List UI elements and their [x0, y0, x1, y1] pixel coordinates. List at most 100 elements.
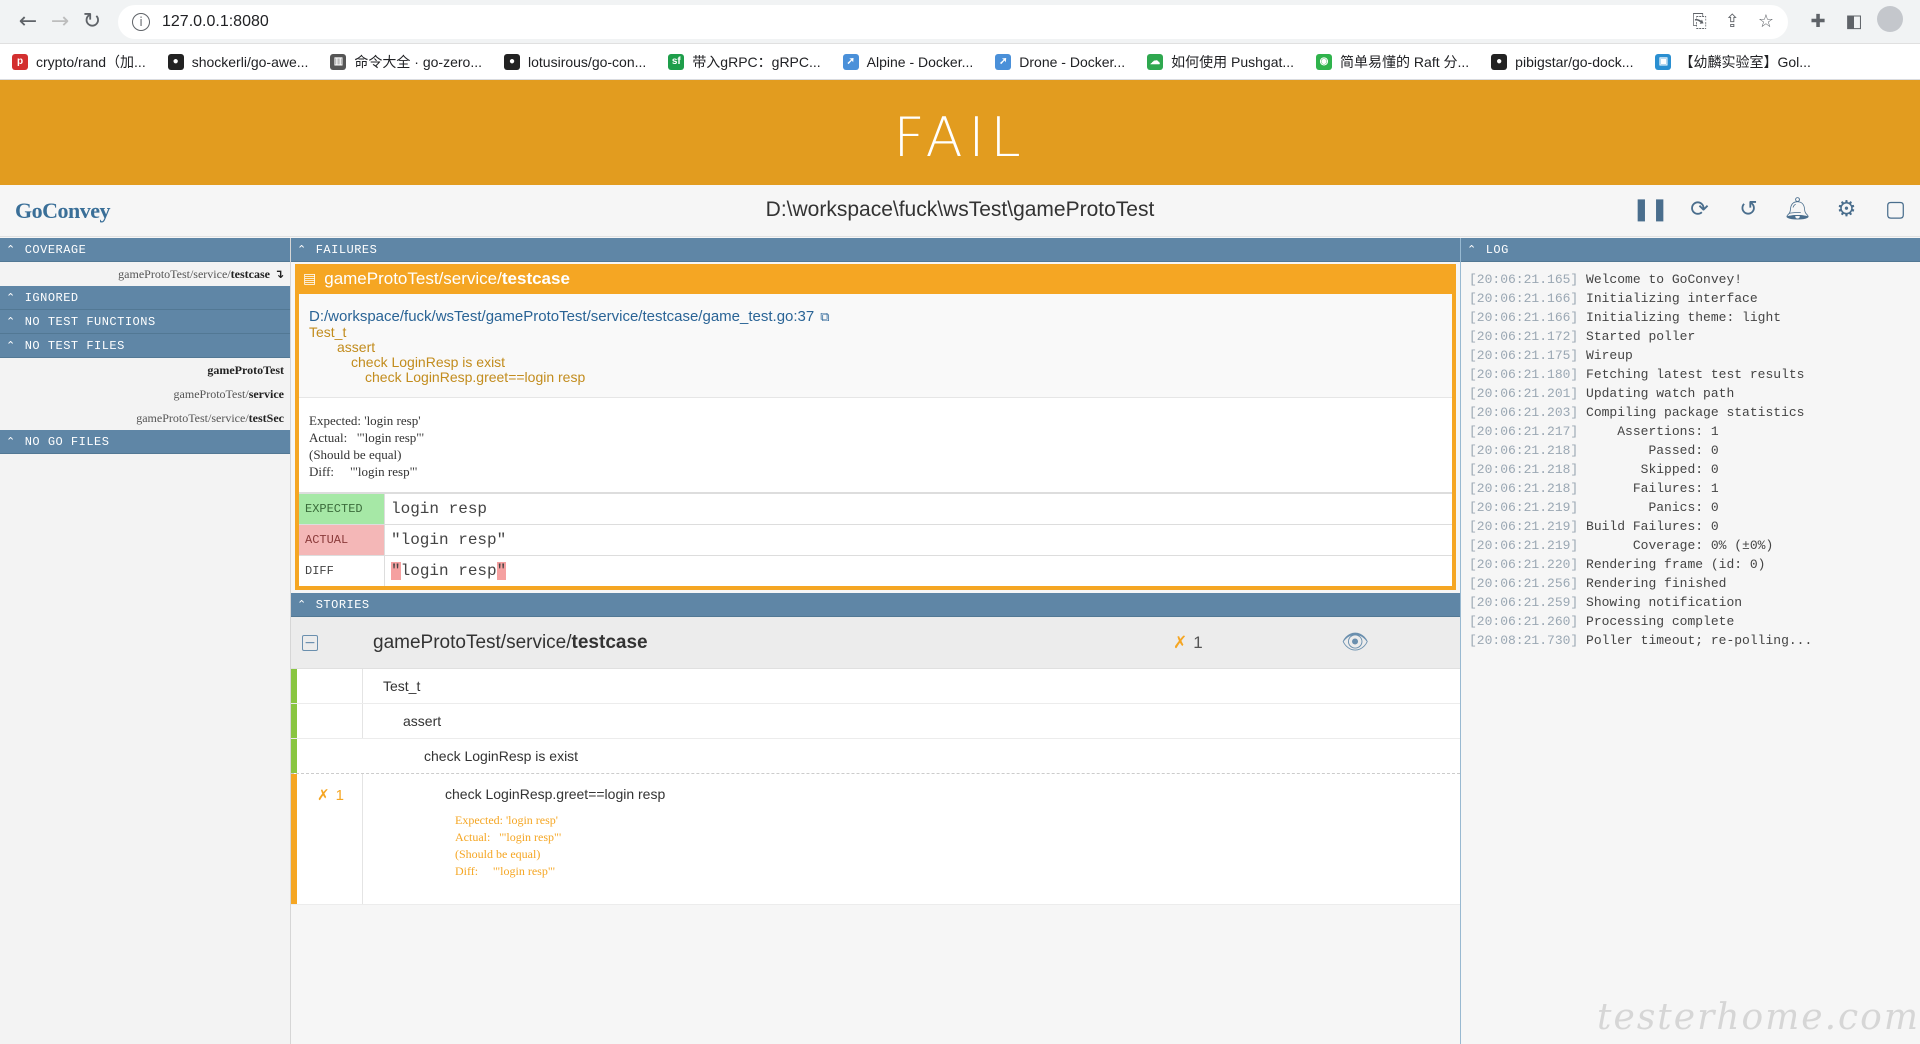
log-message: Assertions: 1 [1586, 424, 1719, 439]
reload-icon[interactable]: ↻ [76, 6, 108, 38]
collapse-caret-icon[interactable]: ⌃ [6, 291, 16, 304]
coverage-item[interactable]: gameProtoTest/service/testcase ↴ [0, 262, 290, 286]
no-go-files-header[interactable]: ⌃ NO GO FILES [0, 430, 290, 454]
pause-icon[interactable]: ❚❚ [1626, 197, 1675, 222]
log-timestamp: [20:06:21.172] [1469, 329, 1579, 344]
forward-icon[interactable]: → [44, 6, 76, 38]
goconvey-logo[interactable]: GoConvey [15, 198, 111, 224]
bookmark-item[interactable]: ▣ 【幼麟实验室】Gol... [1655, 52, 1811, 72]
bookmark-item[interactable]: ☁ 如何使用 Pushgat... [1147, 52, 1294, 72]
collapse-caret-icon[interactable]: ⌃ [6, 339, 16, 352]
failure-package-title: ▤ gameProtoTest/service/testcase [303, 269, 570, 288]
eye-icon[interactable]: 👁︎ [1341, 630, 1369, 655]
bookmark-item[interactable]: ➚ Alpine - Docker... [842, 53, 974, 70]
no-test-file-item: gameProtoTest/service/testSec [136, 410, 284, 425]
log-message: Welcome to GoConvey! [1586, 272, 1743, 287]
bookmark-label: Drone - Docker... [1019, 53, 1126, 70]
github-icon: ● [167, 53, 184, 70]
no-test-file-item: gameProtoTest [207, 362, 284, 377]
no-test-files-header[interactable]: ⌃ NO TEST FILES [0, 334, 290, 358]
log-timestamp: [20:06:21.218] [1469, 481, 1579, 496]
panel-icon[interactable]: ▢ [1871, 197, 1920, 222]
log-message: Processing complete [1586, 614, 1735, 629]
log-timestamp: [20:06:21.165] [1469, 272, 1579, 287]
rocket-icon: ➚ [842, 53, 859, 70]
wechat-icon: ◉ [1316, 53, 1333, 70]
refresh-icon[interactable]: ⟳ [1675, 197, 1724, 222]
log-message: Passed: 0 [1586, 443, 1719, 458]
log-message: Fetching latest test results [1586, 367, 1805, 382]
share-icon[interactable]: ⇪ [1725, 11, 1740, 32]
tv-icon: ▣ [1655, 53, 1672, 70]
failure-message: Expected: 'login resp' Actual: '"login r… [299, 398, 1452, 493]
log-message: Coverage: 0% (±0%) [1586, 538, 1774, 553]
failures-header[interactable]: ⌃ FAILURES [291, 238, 1460, 262]
log-line: [20:06:21.260] Processing complete [1469, 612, 1912, 631]
log-panel: ⌃ LOG [20:06:21.165] Welcome to GoConvey!… [1461, 238, 1920, 1044]
collapse-caret-icon[interactable]: ⌃ [6, 315, 16, 328]
php-icon: p [12, 53, 28, 70]
bookmark-item[interactable]: ● pibigstar/go-dock... [1491, 53, 1634, 70]
site-info-icon[interactable]: i [132, 12, 150, 31]
collapse-caret-icon[interactable]: ⌃ [297, 243, 307, 256]
log-message: Poller timeout; re-polling... [1586, 633, 1813, 648]
log-timestamp: [20:06:21.219] [1469, 519, 1579, 534]
collapse-caret-icon[interactable]: ⌃ [297, 598, 307, 611]
story-fail-count: ✗ 1 [1173, 632, 1203, 653]
bookmark-item[interactable]: ▥ 命令大全 · go-zero... [330, 52, 482, 72]
download-arrow-icon[interactable]: ↴ [274, 267, 284, 281]
side-panel-icon[interactable]: ◧ [1836, 11, 1872, 32]
log-header[interactable]: ⌃ LOG [1461, 238, 1920, 262]
collapse-toggle-icon[interactable]: − [302, 635, 318, 651]
expected-row: EXPECTED login resp [299, 493, 1452, 524]
log-timestamp: [20:06:21.220] [1469, 557, 1579, 572]
bookmark-item[interactable]: ● lotusirous/go-con... [504, 53, 646, 70]
log-line: [20:06:21.172] Started poller [1469, 327, 1912, 346]
extensions-icon[interactable]: ✚ [1800, 11, 1836, 32]
log-timestamp: [20:06:21.218] [1469, 462, 1579, 477]
collapse-caret-icon[interactable]: ⌃ [1467, 243, 1477, 256]
failure-file-link[interactable]: D:/workspace/fuck/wsTest/gameProtoTest/s… [309, 308, 1442, 325]
bookmarks-bar: p crypto/rand（加... ● shockerli/go-awe... ▥ 命令… [0, 44, 1920, 80]
collapse-caret-icon[interactable]: ⌃ [6, 243, 16, 256]
bookmark-label: 【幼麟实验室】Gol... [1679, 53, 1811, 70]
story-package-row[interactable]: − gameProtoTest/service/testcase ✗ 1 👁︎ [291, 617, 1460, 669]
history-icon[interactable]: ↺ [1724, 197, 1773, 222]
story-error-message: Expected: 'login resp' Actual: '"login r… [455, 813, 562, 878]
status-text: FAIL [893, 106, 1027, 169]
bell-icon[interactable]: 🔔︎ [1773, 197, 1822, 222]
log-timestamp: [20:06:21.166] [1469, 310, 1579, 325]
log-timestamp: [20:06:21.259] [1469, 595, 1579, 610]
bookmark-label: 带入gRPC：gRPC... [692, 53, 821, 70]
stories-header[interactable]: ⌃ STORIES [291, 593, 1460, 617]
bookmark-item[interactable]: sf 带入gRPC：gRPC... [668, 52, 821, 72]
bookmark-item[interactable]: p crypto/rand（加... [12, 52, 146, 72]
fail-x-icon: ✗ [1173, 632, 1188, 653]
bookmark-label: pibigstar/go-dock... [1515, 53, 1634, 70]
log-message: Skipped: 0 [1586, 462, 1719, 477]
actual-row: ACTUAL "login resp" [299, 524, 1452, 555]
collapse-caret-icon[interactable]: ⌃ [6, 435, 16, 448]
address-bar[interactable]: i 127.0.0.1:8080 ⎘ ⇪ ☆ [118, 4, 1788, 39]
log-line: [20:06:21.217] Assertions: 1 [1469, 422, 1912, 441]
bookmark-label: Alpine - Docker... [866, 53, 974, 70]
ignored-header[interactable]: ⌃ IGNORED [0, 286, 290, 310]
coverage-header[interactable]: ⌃ COVERAGE [0, 238, 290, 262]
story-row-failed: ✗ 1 check LoginResp.greet==login resp Exp… [291, 774, 1460, 905]
gear-icon[interactable]: ⚙ [1822, 197, 1871, 222]
back-icon[interactable]: ← [12, 6, 44, 38]
bookmark-star-icon[interactable]: ☆ [1758, 11, 1774, 32]
book-icon: ▥ [330, 53, 347, 70]
fail-x-icon: ✗ [317, 786, 330, 804]
external-link-icon[interactable]: ⧉ [820, 310, 829, 325]
url-text[interactable]: 127.0.0.1:8080 [162, 13, 269, 31]
failure-card: ▤ gameProtoTest/service/testcase D:/work… [295, 264, 1456, 590]
bookmark-item[interactable]: ◉ 简单易懂的 Raft 分... [1316, 52, 1469, 72]
bookmark-item[interactable]: ● shockerli/go-awe... [167, 53, 308, 70]
profile-avatar[interactable] [1872, 6, 1908, 37]
bookmark-item[interactable]: ➚ Drone - Docker... [995, 53, 1126, 70]
no-test-functions-header[interactable]: ⌃ NO TEST FUNCTIONS [0, 310, 290, 334]
log-message: Updating watch path [1586, 386, 1735, 401]
bookmark-label: 命令大全 · go-zero... [354, 53, 483, 70]
translate-icon[interactable]: ⎘ [1692, 11, 1706, 32]
